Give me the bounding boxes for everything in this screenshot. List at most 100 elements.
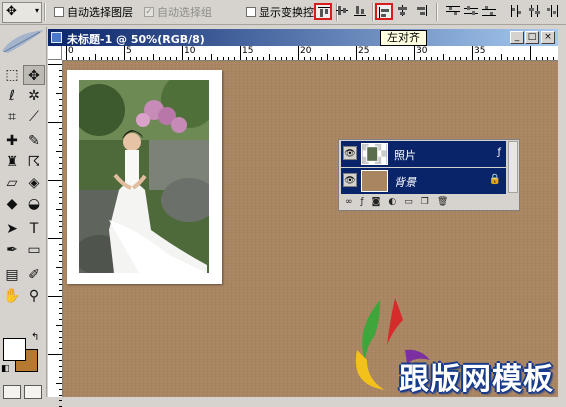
eyedropper-tool-icon[interactable]: ✐	[23, 265, 45, 285]
ruler-tick	[553, 57, 555, 60]
watermark-text: 跟版网模板	[399, 362, 554, 397]
path-selection-tool-icon[interactable]: ➤	[1, 219, 23, 239]
rectangle-tool-icon[interactable]: ▭	[23, 240, 45, 260]
ruler-tick	[59, 145, 62, 147]
type-tool-icon[interactable]: T	[23, 219, 45, 239]
add-mask-icon[interactable]: ◙	[372, 197, 381, 207]
blur-tool-icon[interactable]: ◆	[1, 194, 23, 214]
align-top-edges-button[interactable]	[314, 3, 332, 20]
ruler-label: 25	[358, 46, 370, 56]
crop-tool-icon[interactable]: ⌗	[1, 107, 23, 127]
ruler-tick	[56, 151, 62, 152]
marquee-tool-icon[interactable]: ⬚	[1, 65, 23, 85]
new-layer-icon[interactable]: ❐	[421, 197, 429, 207]
ruler-tick	[292, 57, 294, 60]
distribute-vcenter-button[interactable]	[462, 3, 480, 20]
eye-icon[interactable]: 👁	[343, 146, 357, 160]
clone-stamp-tool-icon[interactable]: ♜	[1, 152, 23, 172]
layer-name[interactable]: 背景	[394, 174, 416, 190]
layers-scrollbar[interactable]	[508, 141, 518, 193]
ruler-label: 30	[416, 46, 428, 56]
align-vertical-centers-button[interactable]	[334, 3, 352, 20]
link-layers-icon[interactable]: ∞	[345, 197, 353, 207]
auto-select-layer-option[interactable]: 自动选择图层	[54, 5, 133, 19]
adjustment-layer-icon[interactable]: ◐	[388, 197, 396, 207]
foreground-color-swatch[interactable]	[3, 338, 26, 361]
magic-wand-tool-icon[interactable]: ✲	[23, 86, 45, 106]
align-right-edges-button[interactable]	[413, 3, 431, 20]
ruler-tick	[59, 87, 62, 89]
maximize-button[interactable]: □	[525, 31, 539, 44]
close-button[interactable]: ×	[541, 31, 555, 44]
ruler-tick	[356, 46, 357, 60]
delete-layer-icon[interactable]: 🗑	[437, 197, 448, 207]
default-colors-icon[interactable]: ◧	[1, 364, 10, 374]
healing-brush-tool-icon[interactable]: ✚	[1, 131, 23, 151]
swap-colors-icon[interactable]: ↰	[31, 332, 39, 343]
new-group-icon[interactable]: ▭	[404, 197, 413, 207]
layer-style-icon[interactable]: ƒ	[361, 197, 364, 207]
ruler-tick	[59, 168, 62, 170]
distribute-right-button[interactable]	[544, 3, 562, 20]
auto-select-layer-checkbox[interactable]	[54, 7, 64, 17]
ruler-tick	[280, 57, 282, 60]
ruler-tick	[379, 57, 381, 60]
distribute-hcenter-icon	[529, 5, 540, 17]
eraser-tool-icon[interactable]: ▱	[1, 173, 23, 193]
auto-select-group-checkbox[interactable]: ✓	[144, 7, 154, 17]
pen-tool-icon[interactable]: ✒	[1, 240, 23, 260]
ruler-tick	[205, 57, 207, 60]
ruler-tick	[263, 57, 265, 60]
paint-bucket-tool-icon[interactable]: ◈	[23, 173, 45, 193]
lasso-tool-icon[interactable]: ℓ	[1, 86, 23, 106]
distribute-bottom-button[interactable]	[480, 3, 498, 20]
layer-row-background[interactable]: 👁 背景 🔒	[341, 168, 506, 194]
ruler-tick	[309, 57, 311, 60]
auto-select-group-option[interactable]: ✓ 自动选择组	[144, 5, 212, 19]
ruler-tick	[59, 319, 62, 321]
notes-tool-icon[interactable]: ▤	[1, 265, 23, 285]
tool-preset-picker[interactable]: ✥ ▾	[2, 2, 42, 23]
align-left-edges-button[interactable]	[375, 3, 393, 20]
ruler-tick	[443, 54, 444, 60]
vertical-ruler[interactable]	[48, 60, 63, 407]
ruler-tick	[48, 64, 62, 65]
distribute-hcenter-button[interactable]	[526, 3, 544, 20]
ruler-tick	[211, 54, 212, 60]
ruler-tick	[48, 180, 62, 181]
align-horizontal-centers-button[interactable]	[395, 3, 413, 20]
ruler-tick	[59, 214, 62, 216]
layer-name[interactable]: 照片	[394, 147, 416, 163]
feather-logo-icon	[2, 30, 44, 53]
move-tool-icon[interactable]: ✥	[23, 65, 45, 85]
ruler-tick	[56, 383, 62, 384]
ruler-tick	[100, 57, 102, 60]
show-transform-controls-checkbox[interactable]	[246, 7, 256, 17]
slice-tool-icon[interactable]: ⟋	[23, 107, 45, 127]
fx-icon[interactable]: ƒ	[497, 147, 501, 158]
layer-row-photo[interactable]: 👁 照片 ƒ	[341, 141, 506, 167]
eye-icon[interactable]: 👁	[343, 173, 357, 187]
brush-tool-icon[interactable]: ✎	[23, 131, 45, 151]
align-bottom-edges-button[interactable]	[352, 3, 370, 20]
ruler-tick	[524, 57, 526, 60]
zoom-tool-icon[interactable]: ⚲	[23, 286, 45, 306]
minimize-button[interactable]: _	[510, 31, 524, 44]
photo-layer-frame[interactable]	[67, 70, 222, 284]
distribute-left-button[interactable]	[508, 3, 526, 20]
ruler-tick	[228, 57, 230, 60]
ruler-origin[interactable]	[48, 46, 62, 60]
dodge-tool-icon[interactable]: ◒	[23, 194, 45, 214]
ruler-tick	[193, 57, 195, 60]
document-title-bar[interactable]: 未标题-1 @ 50%(RGB/8) _ □ ×	[48, 29, 558, 46]
ruler-tick	[512, 57, 514, 60]
history-brush-tool-icon[interactable]: ☈	[23, 152, 45, 172]
ruler-tick	[402, 57, 404, 60]
distribute-top-button[interactable]	[444, 3, 462, 20]
horizontal-ruler[interactable]: 0 5 10 15 20 25 30 35	[62, 46, 558, 61]
hand-tool-icon[interactable]: ✋	[1, 286, 23, 306]
ruler-tick	[59, 388, 62, 390]
ruler-tick	[361, 57, 363, 60]
ruler-label: 35	[474, 46, 486, 56]
ruler-tick	[518, 57, 520, 60]
